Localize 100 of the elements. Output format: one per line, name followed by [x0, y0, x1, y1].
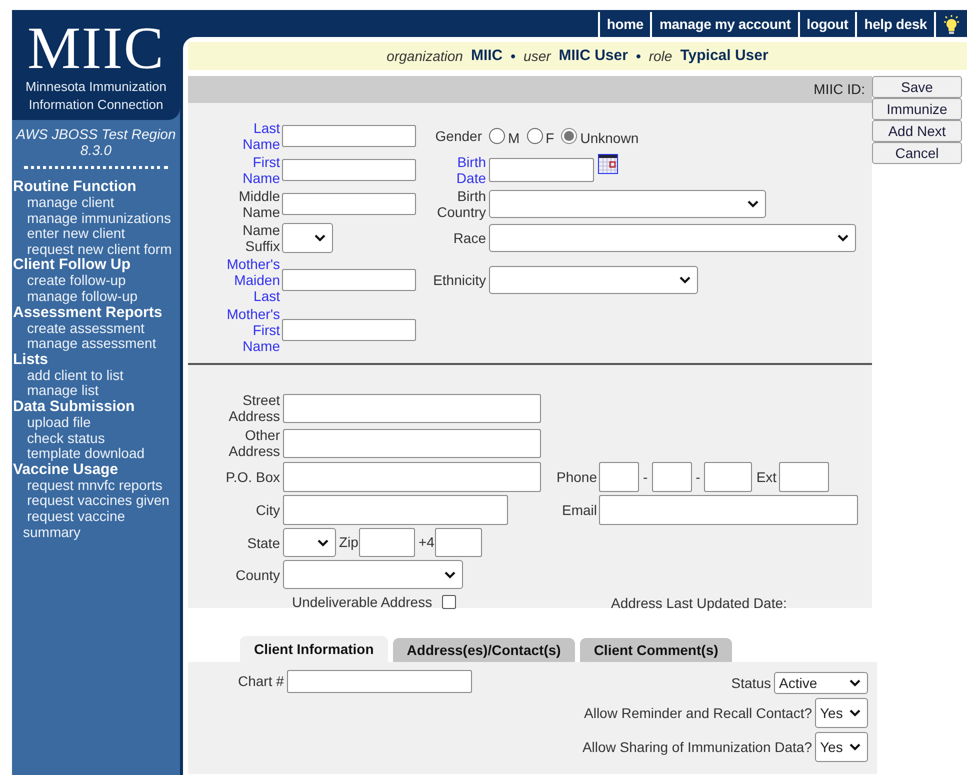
field-label: Zip [339, 533, 358, 552]
input-field[interactable] [283, 462, 541, 492]
menu-link[interactable]: manage client [13, 195, 180, 211]
field-label: Middle Name [238, 188, 280, 220]
field-label: Gender [434, 128, 482, 144]
menu-link[interactable]: request vaccine summary [13, 508, 180, 540]
input-field[interactable] [359, 528, 416, 557]
input-field[interactable] [599, 462, 639, 492]
menu-heading: Data Submission [13, 398, 136, 415]
chevron-down-icon [444, 570, 456, 578]
input-field[interactable] [282, 159, 416, 181]
menu-link[interactable]: manage assessment [13, 336, 180, 352]
menu-heading: Assessment Reports [13, 304, 164, 321]
chevron-down-icon [747, 200, 759, 208]
menu-link[interactable]: enter new client [13, 226, 180, 242]
separator-dash: - [642, 468, 649, 486]
field-label: Name Suffix [242, 222, 280, 254]
context-label: role [648, 46, 672, 66]
field-label: State [246, 534, 280, 550]
menu-link[interactable]: add client to list [13, 368, 180, 384]
chevron-down-icon [849, 679, 861, 687]
field-label: Street Address [228, 392, 280, 424]
action-button[interactable]: Save [872, 76, 962, 98]
input-field[interactable] [283, 428, 541, 458]
field-label: Status [731, 674, 771, 692]
lightbulb-icon[interactable] [943, 14, 960, 34]
menu-heading: Lists [13, 352, 48, 368]
input-field[interactable] [778, 462, 829, 492]
field-label: Address Last Updated Date: [611, 594, 787, 613]
id-label: MIIC ID: [814, 80, 865, 99]
input-field[interactable] [652, 462, 692, 492]
dropdown[interactable] [489, 190, 766, 218]
field-label: +4 [418, 533, 434, 552]
input-field[interactable] [282, 269, 416, 291]
input-field[interactable] [282, 125, 416, 147]
input-field[interactable] [286, 670, 472, 693]
input-field[interactable] [489, 158, 594, 182]
logo-title: MIIC [27, 18, 165, 78]
menu-link[interactable]: manage follow-up [13, 288, 180, 305]
chevron-down-icon [317, 538, 329, 546]
menu-link[interactable]: request vaccines given [13, 493, 180, 509]
menu-link[interactable]: request new client form [13, 242, 180, 258]
dropdown[interactable]: Yes [815, 732, 868, 762]
radio-button[interactable] [561, 128, 578, 144]
dropdown[interactable] [283, 528, 336, 557]
input-field[interactable] [282, 319, 416, 341]
tab[interactable]: Address(es)/Contact(s) [392, 638, 575, 662]
chevron-down-icon [849, 743, 861, 751]
input-field[interactable] [283, 495, 508, 525]
separator-dot: • [636, 46, 641, 66]
field-label: Ethnicity [432, 272, 486, 288]
field-label: Mother's Maiden Last [226, 256, 280, 304]
separator-dash: - [694, 468, 702, 486]
chevron-down-icon [679, 276, 691, 284]
menu-link[interactable]: create follow-up [13, 273, 180, 289]
option-label: M [508, 128, 520, 148]
option-label: Unknown [580, 128, 639, 148]
tab[interactable]: Client Information [240, 636, 388, 662]
tab[interactable]: Client Comment(s) [580, 638, 732, 662]
chevron-down-icon [837, 234, 849, 242]
dropdown[interactable] [282, 223, 333, 253]
menu-link[interactable]: create assessment [13, 320, 180, 336]
menu-heading: Client Follow Up [13, 257, 132, 274]
menu-link[interactable]: manage list [13, 383, 180, 399]
field-label: Chart # [238, 672, 284, 691]
menu-link[interactable]: template download [13, 446, 180, 462]
menu-link[interactable]: request mnvfc reports [13, 478, 180, 494]
field-label: Ext [756, 468, 777, 486]
menu-link[interactable]: upload file [13, 414, 180, 431]
dropdown[interactable] [489, 266, 698, 294]
dropdown[interactable] [283, 560, 463, 589]
radio-button[interactable] [526, 128, 543, 144]
context-label: organization [386, 46, 463, 66]
field-label: Email [560, 502, 597, 518]
calendar-icon[interactable] [598, 154, 618, 174]
field-label: Phone [556, 469, 597, 485]
input-field[interactable] [704, 462, 752, 492]
input-field[interactable] [282, 193, 416, 215]
input-field[interactable] [599, 495, 858, 525]
dropdown[interactable]: Yes [815, 698, 868, 728]
action-button[interactable]: Add Next [872, 120, 962, 142]
input-field[interactable] [435, 528, 482, 557]
menu-link[interactable]: check status [13, 430, 180, 446]
input-field[interactable] [283, 394, 541, 422]
field-label: Race [452, 230, 486, 246]
action-button[interactable]: Cancel [872, 142, 962, 164]
menu-link[interactable]: manage immunizations [13, 210, 180, 226]
field-label: Other Address [228, 427, 280, 459]
region-label: AWS JBOSS Test Region 8.3.0 [14, 126, 177, 158]
field-label: Allow Sharing of Immunization Data? [582, 738, 812, 757]
checkbox[interactable] [442, 595, 456, 609]
field-label: First Name [242, 154, 280, 186]
radio-button[interactable] [489, 128, 505, 144]
dropdown[interactable]: Active [774, 672, 868, 694]
chevron-down-icon [314, 234, 326, 242]
logo-subtitle: Minnesota Immunization Information Connection [24, 78, 168, 114]
action-button[interactable]: Immunize [872, 98, 962, 120]
dropdown[interactable] [489, 224, 856, 252]
field-label: County [234, 566, 280, 582]
context-value: MIIC [470, 46, 503, 66]
